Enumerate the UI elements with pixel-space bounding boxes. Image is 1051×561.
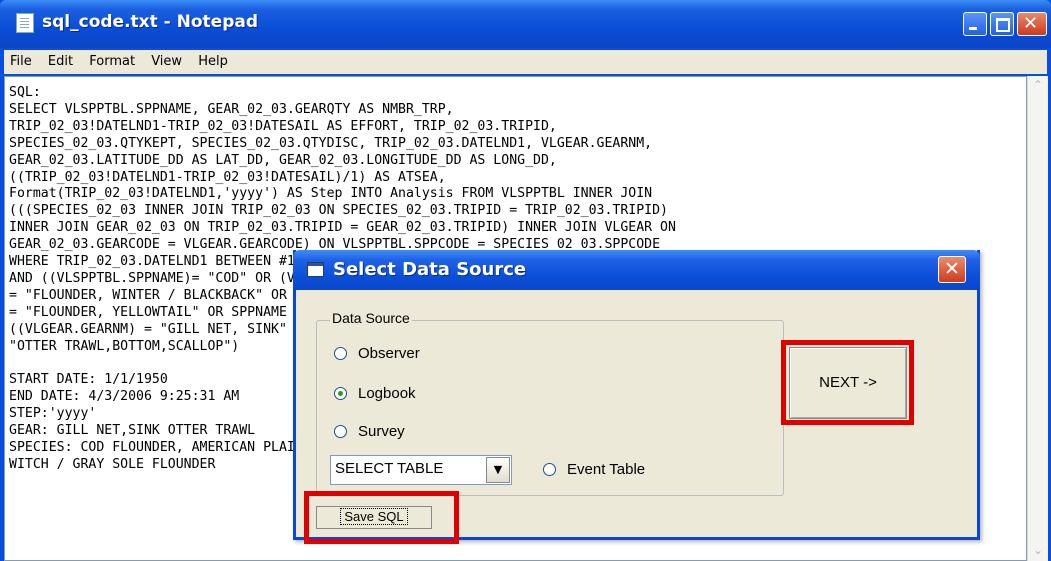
notepad-icon [16, 13, 34, 33]
radio-dot[interactable] [334, 425, 347, 438]
dialog-titlebar[interactable]: Select Data Source ✕ [293, 250, 980, 290]
radio-label: Event Table [567, 461, 646, 478]
window-title: sql_code.txt - Notepad [42, 12, 259, 32]
radio-dot[interactable] [334, 387, 347, 400]
menu-bar: File Edit Format View Help [4, 50, 1047, 74]
menu-help[interactable]: Help [192, 50, 234, 69]
highlight-save-sql [304, 491, 459, 544]
group-label: Data Source [330, 310, 412, 326]
maximize-button[interactable] [990, 12, 1014, 36]
radio-label: Logbook [358, 385, 416, 402]
vertical-scrollbar[interactable]: ⌃ ⌄ [1027, 76, 1048, 561]
menu-view[interactable]: View [145, 50, 188, 69]
close-icon: ✕ [1023, 13, 1039, 34]
table-select[interactable]: SELECT TABLE ▼ [330, 455, 512, 485]
chevron-down-icon[interactable]: ▼ [486, 457, 510, 483]
menu-file[interactable]: File [4, 50, 38, 69]
radio-dot[interactable] [543, 463, 556, 476]
radio-label: Observer [358, 345, 420, 362]
dialog-window-icon [307, 262, 324, 277]
close-window-button[interactable]: ✕ [1017, 12, 1047, 36]
select-value: SELECT TABLE [335, 460, 444, 477]
dialog-close-button[interactable]: ✕ [938, 256, 966, 283]
minimize-button[interactable] [963, 12, 987, 36]
close-icon: ✕ [944, 258, 960, 280]
menu-edit[interactable]: Edit [42, 50, 79, 69]
radio-dot[interactable] [334, 347, 347, 360]
highlight-next [781, 340, 914, 425]
scroll-up-icon[interactable]: ⌃ [1030, 78, 1046, 94]
menu-format[interactable]: Format [83, 50, 141, 69]
notepad-titlebar[interactable]: sql_code.txt - Notepad ✕ [0, 0, 1051, 48]
radio-label: Survey [358, 423, 405, 440]
dialog-title: Select Data Source [333, 259, 527, 280]
scroll-down-icon[interactable]: ⌄ [1030, 543, 1046, 559]
